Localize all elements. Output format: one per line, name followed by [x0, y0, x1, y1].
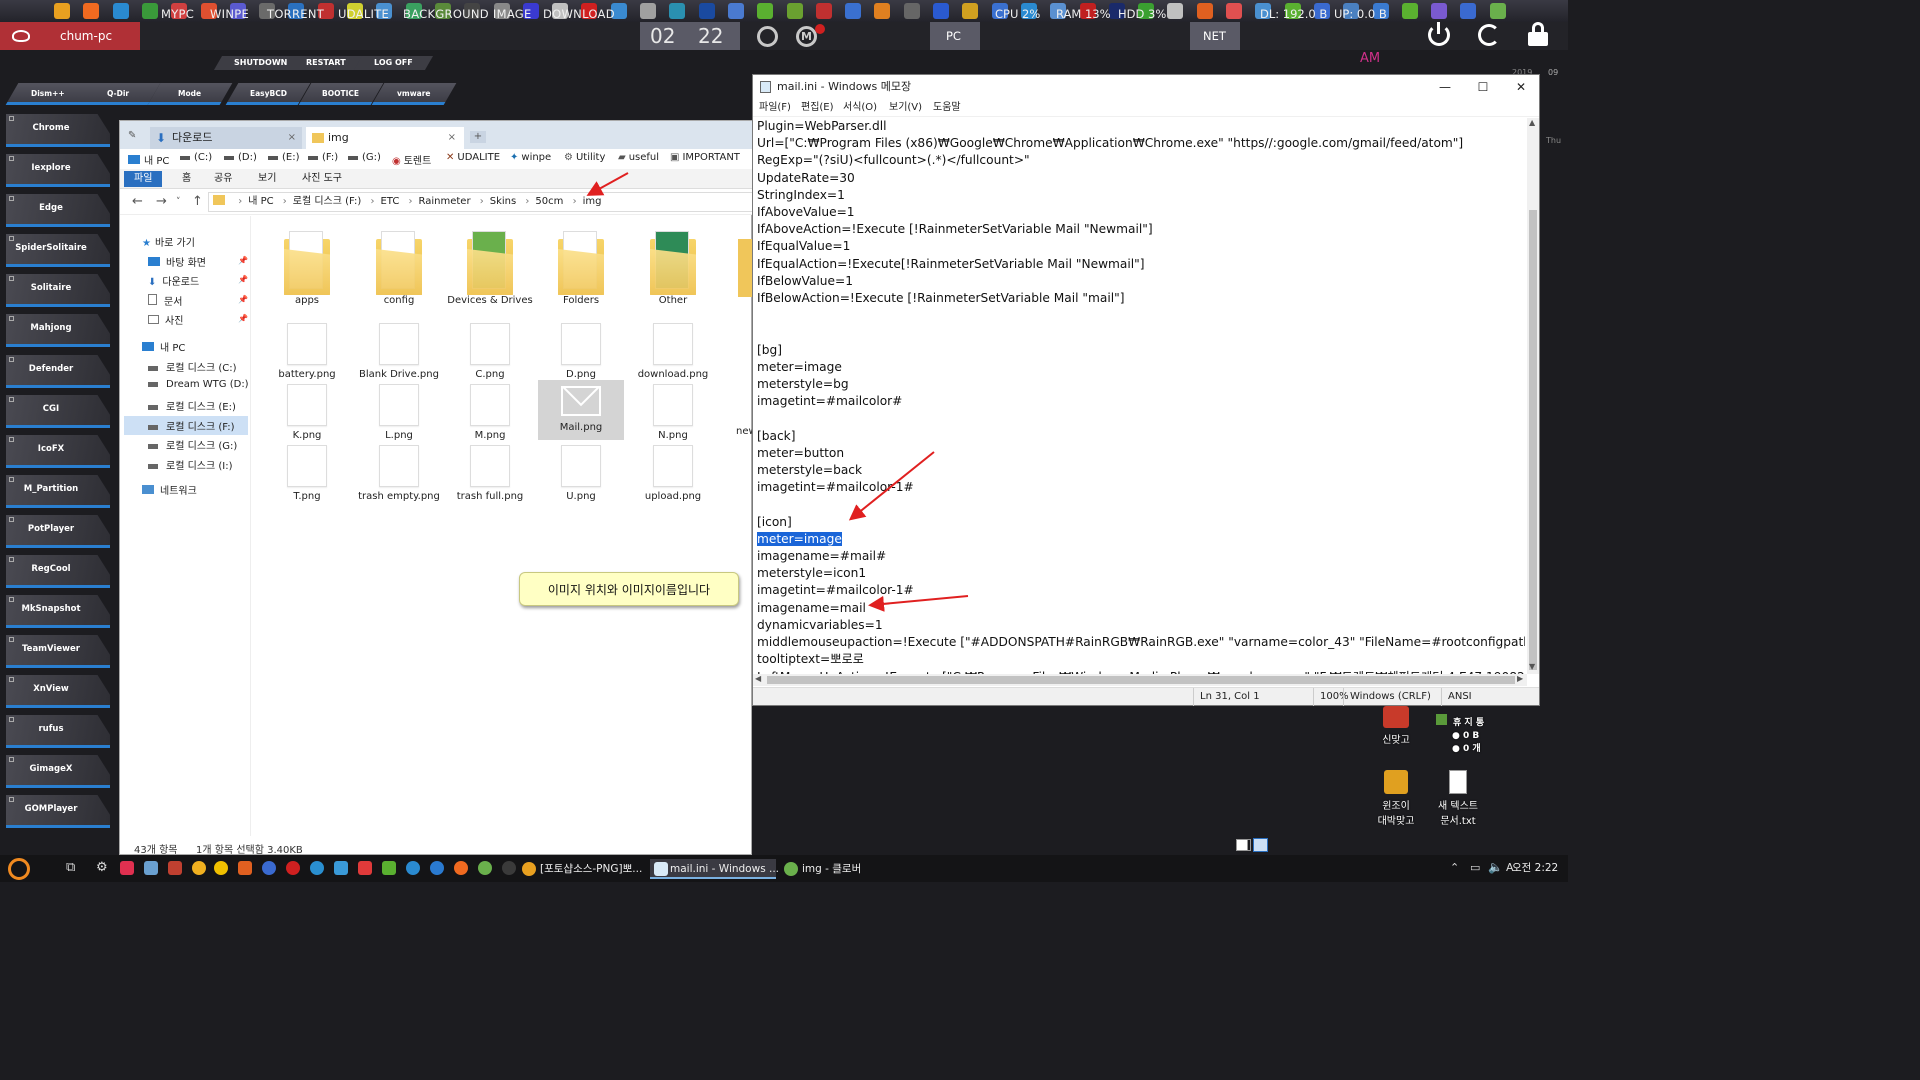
app-icon-5[interactable]: [214, 861, 228, 875]
desktop-icon-new-text[interactable]: 새 텍스트 문서.txt: [1430, 770, 1486, 827]
tray-chevron-up-icon[interactable]: ⌃: [1450, 861, 1459, 874]
firefox-icon[interactable]: [454, 861, 468, 875]
app-icon-2[interactable]: [144, 861, 158, 875]
clover-icon: [784, 862, 798, 876]
arrow-to-meter: [848, 451, 935, 521]
app-icon-13[interactable]: [502, 861, 516, 875]
recycle-bin-widget[interactable]: 휴 지 통 ● 0 B ● 0 개: [1436, 714, 1484, 756]
app-icon-6[interactable]: [238, 861, 252, 875]
taskbar-item-label: img - 클로버: [802, 863, 862, 875]
taskbar-item-notepad[interactable]: mail.ini - Windows ...: [650, 859, 780, 879]
taskbar-item-explorer[interactable]: img - 클로버: [782, 859, 882, 879]
settings-gear-icon[interactable]: ⚙: [96, 860, 108, 875]
desktop-icon-label: 신맞고: [1382, 735, 1410, 746]
clover-icon[interactable]: [478, 861, 492, 875]
app-icon-9[interactable]: [310, 861, 324, 875]
desktop-icon-label: 문서.txt: [1440, 816, 1476, 827]
arrow-to-path: [586, 172, 629, 196]
network-tray-icon[interactable]: ▭: [1470, 861, 1480, 874]
recycle-label: 휴 지 통: [1453, 718, 1485, 728]
app-icon-8[interactable]: [286, 861, 300, 875]
clock[interactable]: 오전 2:22: [1512, 855, 1558, 882]
recycle-count: 0 개: [1463, 744, 1481, 754]
desktop-icon-matgo[interactable]: 신맞고: [1374, 706, 1418, 746]
game-icon: [1383, 706, 1409, 728]
desktop-icon-label: 대박맞고: [1377, 816, 1415, 827]
edge-icon[interactable]: [406, 861, 420, 875]
notepad-icon: [654, 862, 668, 876]
text-file-icon: [1449, 770, 1467, 794]
taskbar-item-label: mail.ini - Windows ...: [670, 863, 780, 875]
recycle-size: 0 B: [1463, 731, 1480, 741]
volume-icon[interactable]: 🔈: [1488, 860, 1503, 874]
annotation-arrows: [586, 172, 969, 612]
arrow-to-imagename: [868, 595, 969, 612]
desktop-icon-winjoy[interactable]: 윈조이 대박맞고: [1372, 770, 1420, 827]
dot-icon: ●: [1452, 744, 1463, 754]
taskbar-item-chrome[interactable]: [포토샵소스-PNG]뽀...: [520, 859, 646, 879]
ie-icon[interactable]: [430, 861, 444, 875]
dot-icon: ●: [1452, 731, 1463, 741]
app-icon-12[interactable]: [382, 861, 396, 875]
app-icon-4[interactable]: [192, 861, 206, 875]
game-icon: [1384, 770, 1408, 794]
taskbar-item-label: [포토샵소스-PNG]뽀...: [540, 863, 643, 875]
app-icon-7[interactable]: [262, 861, 276, 875]
chrome-icon: [522, 862, 536, 876]
task-view-icon[interactable]: ⧉: [66, 860, 75, 875]
app-icon-10[interactable]: [334, 861, 348, 875]
app-icon-3[interactable]: [168, 861, 182, 875]
app-icon-11[interactable]: [358, 861, 372, 875]
start-logo-icon[interactable]: [8, 858, 30, 880]
desktop-icon-label: 윈조이: [1382, 801, 1410, 812]
recycle-icon: [1436, 714, 1447, 725]
desktop-icon-label: 새 텍스트: [1438, 801, 1478, 812]
taskbar: ⧉ ⚙ [포토샵소스-PNG]뽀... mail.ini - Windows .…: [0, 855, 1568, 882]
app-icon-1[interactable]: [120, 861, 134, 875]
